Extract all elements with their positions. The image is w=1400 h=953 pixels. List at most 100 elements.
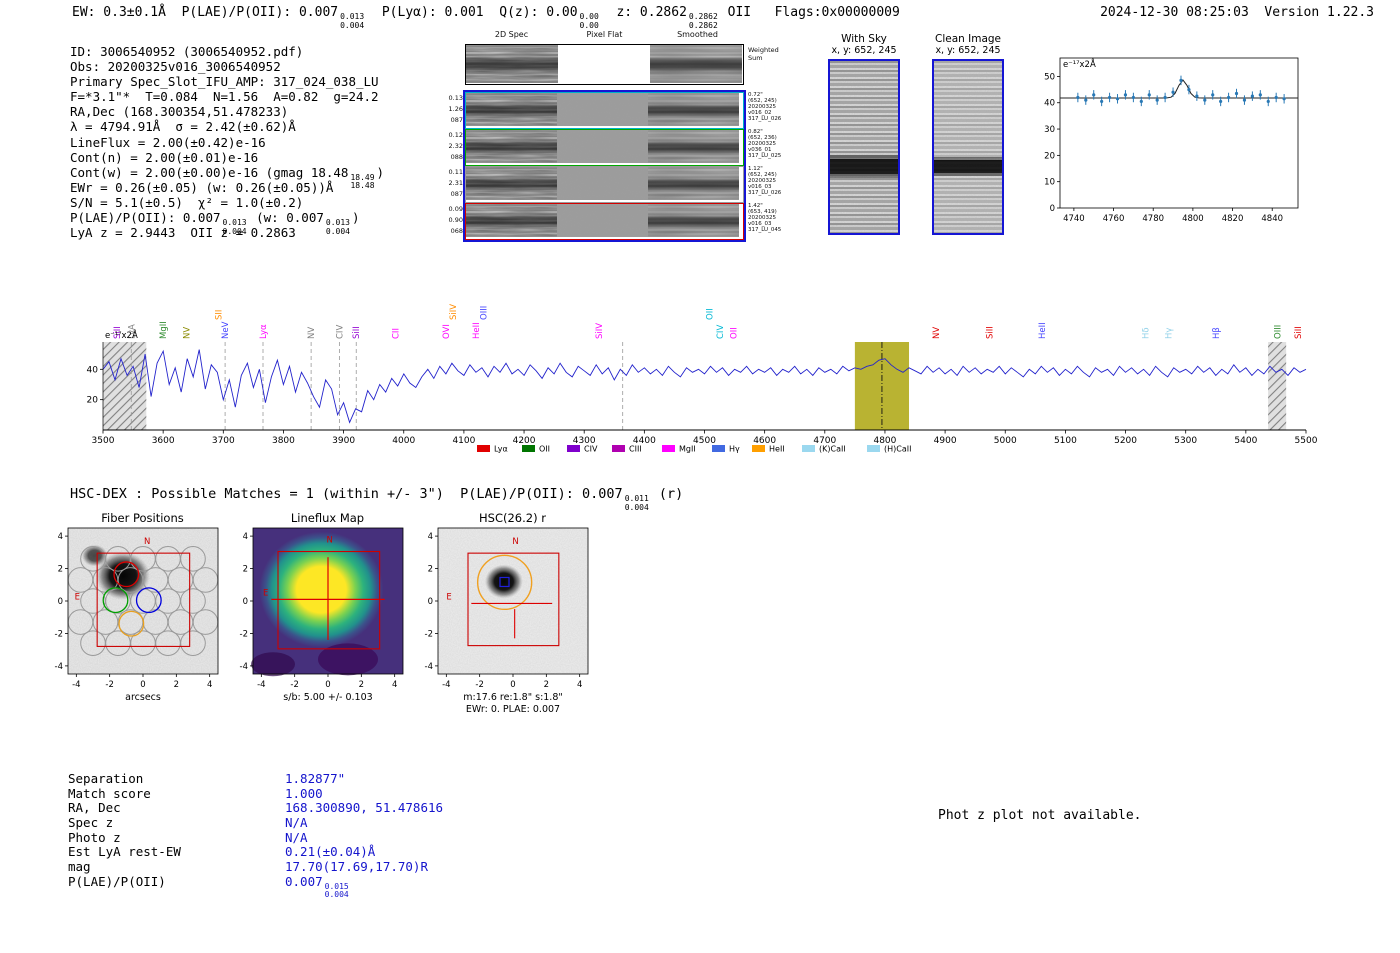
x-tick-label: 4900 (934, 436, 957, 446)
data-point (1195, 94, 1199, 98)
info-line: Obs: 20200325v016_3006540952 (70, 59, 384, 74)
x-tick-label: 5500 (1295, 436, 1318, 446)
text-segment: LyA z = 2.9443 OII z = 0.2863 (70, 225, 296, 241)
line-label-SiIV: SiIV (595, 323, 605, 339)
x-tick-label: -2 (475, 680, 483, 690)
text-segment: 1.82877" (285, 771, 346, 786)
table-row: Separation 1.82877" (68, 771, 443, 786)
label-line: 0.12 (448, 131, 463, 139)
info-line: Cont(n) = 2.00(±0.01)e-16 (70, 150, 384, 165)
text-segment: 168.300890, 51.478616 (285, 800, 444, 816)
clean-image (932, 59, 1004, 235)
line-label-SiII: SiII (986, 326, 996, 339)
weighted-sum-label: Weighted Sum (748, 46, 779, 62)
y-tick-label: 50 (1044, 72, 1055, 82)
legend-swatch-MgII (662, 445, 675, 452)
x-tick-label: 5200 (1114, 436, 1137, 446)
flux-units-annotation: e⁻¹⁷x2Å (1063, 58, 1096, 70)
spec2d-cell-flat (557, 93, 648, 126)
x-tick-label: 4200 (513, 436, 536, 446)
y-tick-label: 40 (1044, 99, 1055, 109)
data-point (1076, 95, 1080, 100)
label-line: 1.26 (448, 105, 463, 113)
data-point (1123, 93, 1128, 97)
data-point (1092, 93, 1096, 97)
data-point (1203, 98, 1207, 102)
text-segment: HSC-DEX : Possible Matches = 1 (within +… (70, 486, 623, 502)
text-segment: (w: 0.007 (248, 210, 324, 226)
data-point (1171, 90, 1175, 94)
fiber-positions-title: Fiber Positions (101, 511, 184, 525)
info-line: EWr = 0.26(±0.05) (w: 0.26(±0.05))Å (70, 180, 384, 195)
y-tick-label: 40 (87, 365, 99, 375)
x-tick-label: 3800 (272, 436, 295, 446)
sb-label: s/b: 5.00 +/- 0.103 (283, 692, 372, 703)
spec2d-cell-spec (466, 45, 558, 83)
table-value: 0.21(±0.04)Å (285, 844, 375, 859)
detection-info-block: ID: 3006540952 (3006540952.pdf) Obs: 2020… (70, 44, 384, 240)
info-line: ID: 3006540952 (3006540952.pdf) (70, 44, 384, 59)
cell-dark-band (466, 45, 558, 83)
line-label-OII: OII (729, 327, 739, 339)
north-label: N (512, 537, 518, 547)
table-value: 168.300890, 51.478616 (285, 800, 443, 815)
fiber-info-label: 0.82" (652, 236) 20200325 v036_01 317_LU_025 (748, 129, 781, 159)
table-label: P(LAE)/P(OII) (68, 873, 166, 889)
spec2d-row (465, 203, 744, 240)
x-tick-label: 0 (510, 680, 515, 690)
line-label-Hβ: Hβ (1212, 327, 1222, 339)
sup-sub-stack: 18.49 18.48 (350, 173, 374, 191)
label-line: 317_LU_045 (748, 227, 782, 233)
y-tick-label: 4 (58, 532, 63, 542)
flux-units-annotation: e⁻¹⁷x2Å (105, 329, 138, 341)
masked-region (1268, 342, 1287, 430)
x-tick-label: 5000 (994, 436, 1017, 446)
sup-sub-stack: 0.013 0.004 (340, 12, 365, 30)
spec2d-row (465, 129, 744, 166)
clean-image-coords: x, y: 652, 245 (935, 45, 1001, 56)
text-segment: S/N = 5.1(±0.5) χ² = 1.0(±0.2) (70, 194, 304, 210)
y-tick-label: 0 (428, 597, 433, 607)
flat-noise (557, 93, 648, 126)
line-label-CIV: CIV (335, 325, 345, 339)
text-segment: F=*3.1"* T=0.084 N=1.56 A=0.82 g=24.2 (70, 89, 379, 105)
x-tick-label: 2 (359, 680, 364, 690)
noise-texture (438, 528, 588, 674)
text-segment: Cont(n) = 2.00(±0.01)e-16 (70, 149, 259, 165)
label-line: Sum (748, 54, 763, 62)
text-segment: RA,Dec (168.300354,51.478233) (70, 104, 289, 120)
y-tick-label: 30 (1044, 125, 1055, 135)
text-segment: Cont(w) = 2.00(±0.00)e-16 (gmag 18.48 (70, 164, 349, 180)
x-tick-label: 3600 (152, 436, 175, 446)
spec2d-cell-smooth (648, 130, 739, 163)
x-tick-label: 4840 (1261, 214, 1283, 224)
spec2d-weighted-row (465, 44, 744, 85)
text-segment: P(LAE)/P(OII): 0.007 (70, 210, 221, 226)
with-sky-coords: x, y: 652, 245 (831, 45, 897, 56)
fiber-weight-label: 0.09 0.90 068 (445, 204, 463, 237)
x-tick-label: 4780 (1142, 214, 1164, 224)
x-tick-label: 2 (544, 680, 549, 690)
y-tick-label: 2 (243, 565, 248, 575)
info-line: Primary Spec_Slot_IFU_AMP: 317_024_038_L… (70, 74, 384, 89)
table-value: 1.82877" (285, 771, 345, 786)
with-sky-panel: With Sky x, y: 652, 245 (824, 33, 904, 239)
data-point (1266, 99, 1270, 104)
info-line: S/N = 5.1(±0.5) χ² = 1.0(±0.2) (70, 195, 384, 210)
north-label: N (326, 536, 332, 546)
sub-value: 0.004 (324, 890, 349, 900)
label-line: 087 (450, 116, 463, 124)
label-line: 317_LU_025 (748, 153, 782, 159)
line-label-HeII: HeII (1038, 322, 1048, 339)
text-segment: Primary Spec_Slot_IFU_AMP: 317_024_038_L… (70, 74, 379, 90)
line-label-OII: OII (705, 308, 715, 320)
sub-value: 0.004 (340, 20, 365, 30)
x-axis-label: arcsecs (125, 692, 161, 703)
legend-swatch-Lyα (477, 445, 490, 452)
text-segment: LineFlux = 2.00(±0.42)e-16 (70, 134, 266, 150)
label-line: 087 (450, 190, 463, 198)
table-value: 0.007 0.015 0.004 (285, 874, 351, 899)
table-row: RA, Dec 168.300890, 51.478616 (68, 800, 443, 815)
source-blob (484, 564, 523, 599)
sub-value: 0.00 (579, 20, 599, 30)
